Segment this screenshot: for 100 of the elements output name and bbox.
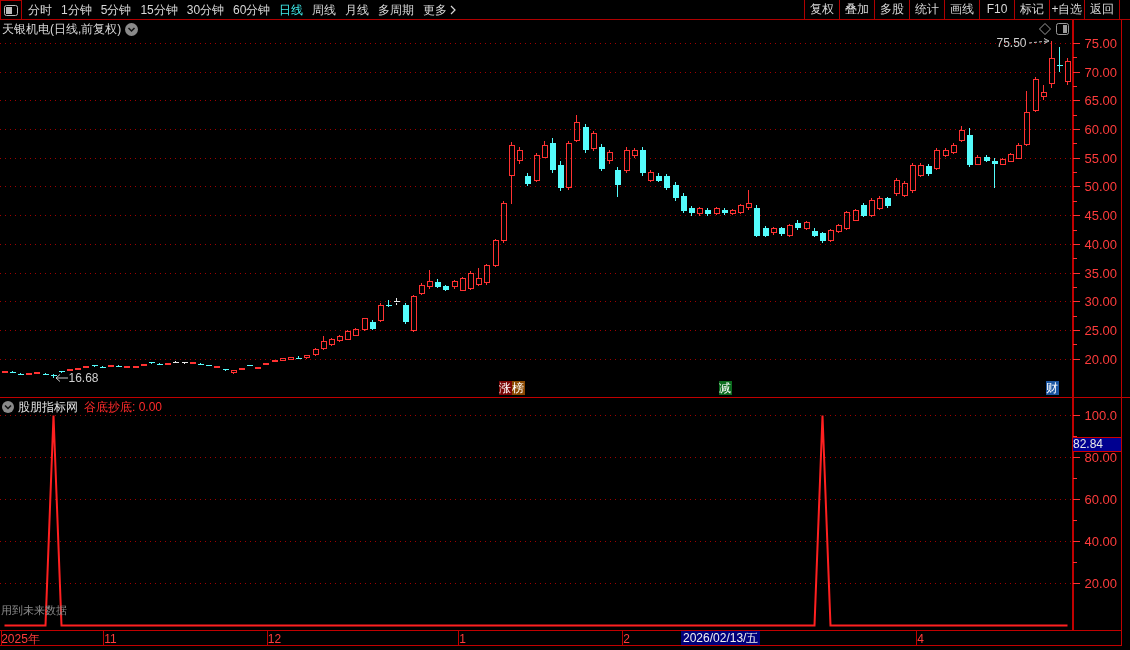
price-axis-label: 25.00 [1084, 322, 1117, 338]
price-axis-label: 40.00 [1084, 236, 1117, 252]
falling-candle [369, 319, 376, 331]
falling-candle [246, 364, 253, 367]
falling-candle [884, 196, 891, 209]
rising-candle [933, 147, 940, 171]
rising-candle [803, 220, 810, 231]
period-tab[interactable]: 日线 [279, 0, 304, 20]
toolbar-button[interactable]: 复权 [804, 0, 839, 19]
rising-candle [213, 365, 220, 369]
price-axis-label: 55.00 [1084, 150, 1117, 166]
panel-icon[interactable] [1056, 23, 1069, 35]
toolbar-button[interactable]: +自选 [1049, 0, 1084, 19]
panel-icon [4, 4, 18, 16]
rising-candle [377, 302, 384, 323]
event-tag[interactable]: 减 [718, 381, 732, 395]
cursor-date-label: 2026/02/13/五 [681, 631, 761, 645]
indicator-axis-label: 20.00 [1084, 575, 1117, 591]
period-tab[interactable]: 30分钟 [186, 0, 225, 20]
indicator-readout: 谷底抄底: 0.00 [84, 399, 163, 415]
toolbar-button[interactable]: F10 [979, 0, 1014, 19]
price-axis-label: 75.00 [1084, 36, 1117, 52]
rising-candle [303, 354, 310, 360]
chevron-down-icon[interactable] [125, 22, 139, 36]
rising-candle [123, 365, 130, 369]
price-axis-label: 30.00 [1084, 294, 1117, 310]
falling-candle [966, 127, 973, 168]
falling-candle [295, 355, 302, 360]
rising-candle [1, 370, 8, 374]
indicator-name: 股朋指标网 [18, 399, 78, 415]
cursor-value-label: 82.84 [1073, 437, 1121, 452]
rising-candle [164, 362, 171, 366]
rising-candle [590, 130, 597, 152]
indicator-axis-label: 80.00 [1084, 449, 1117, 465]
rising-candle [1064, 57, 1071, 86]
time-axis-label: 1 [459, 631, 466, 646]
toolbar-button[interactable]: 标记 [1014, 0, 1049, 19]
period-tab[interactable]: 分时 [28, 0, 52, 20]
falling-candle [402, 302, 409, 325]
toolbar-button[interactable]: 多股 [874, 0, 909, 19]
rising-candle [606, 149, 613, 165]
rising-candle [786, 223, 793, 238]
time-axis-label: 2 [623, 631, 630, 646]
falling-candle [222, 368, 229, 372]
period-tab[interactable]: 60分钟 [233, 0, 271, 20]
toolbar-button[interactable]: 统计 [909, 0, 944, 19]
low-price-label: 16.68 [68, 371, 99, 386]
arrow-icon [1028, 37, 1050, 46]
price-axis-label: 20.00 [1084, 351, 1117, 367]
falling-candle [598, 143, 605, 172]
toolbar-button[interactable]: 画线 [944, 0, 979, 19]
event-tag[interactable]: 涨 [498, 381, 512, 395]
falling-candle [614, 166, 621, 198]
rising-candle [647, 169, 654, 183]
falling-candle [721, 207, 728, 216]
falling-candle [778, 226, 785, 237]
indicator-axis-label: 60.00 [1084, 491, 1117, 507]
chevron-down-icon[interactable] [2, 401, 14, 413]
period-tab[interactable]: 周线 [312, 0, 337, 20]
time-axis-label: 2025年 [1, 631, 40, 646]
time-axis-label: 11 [104, 631, 117, 646]
rising-candle [713, 206, 720, 216]
high-price-label: 75.50 [996, 35, 1027, 50]
falling-candle [115, 364, 122, 368]
period-tab[interactable]: 多周期 [378, 0, 415, 20]
falling-candle [860, 202, 867, 218]
rising-candle [696, 206, 703, 217]
period-tab[interactable]: 月线 [345, 0, 370, 20]
chevron-right-icon [450, 4, 457, 15]
falling-candle [704, 207, 711, 217]
price-axis-label: 70.00 [1084, 64, 1117, 80]
more-menu-button[interactable]: 更多 [423, 0, 457, 19]
price-axis-label: 60.00 [1084, 122, 1117, 138]
time-axis-label: 4 [917, 631, 924, 646]
period-tab[interactable]: 15分钟 [140, 0, 178, 20]
layout-toggle-button[interactable] [0, 0, 22, 20]
arrow-icon [54, 374, 68, 383]
price-axis-label: 65.00 [1084, 93, 1117, 109]
falling-candle [762, 225, 769, 238]
price-axis-label: 45.00 [1084, 208, 1117, 224]
period-tab[interactable]: 5分钟 [100, 0, 132, 20]
falling-candle [925, 163, 932, 176]
time-axis-label: 12 [267, 631, 282, 646]
falling-candle [794, 219, 801, 231]
stock-title: 天银机电(日线,前复权) [2, 21, 122, 37]
falling-candle [385, 299, 392, 308]
event-tag[interactable]: 财 [1045, 381, 1059, 395]
rising-candle [770, 226, 777, 236]
rising-candle [361, 317, 368, 332]
falling-candle [1056, 46, 1063, 73]
doji-candle [181, 361, 188, 365]
price-axis-label: 50.00 [1084, 179, 1117, 195]
period-tab[interactable]: 1分钟 [61, 0, 92, 20]
toolbar-button[interactable]: 叠加 [839, 0, 874, 19]
rising-candle [974, 154, 981, 166]
indicator-axis-label: 100.0 [1084, 407, 1117, 423]
toolbar-button[interactable]: 返回 [1084, 0, 1119, 19]
rising-candle [107, 364, 114, 368]
rising-candle [852, 208, 859, 222]
falling-candle [639, 146, 646, 176]
